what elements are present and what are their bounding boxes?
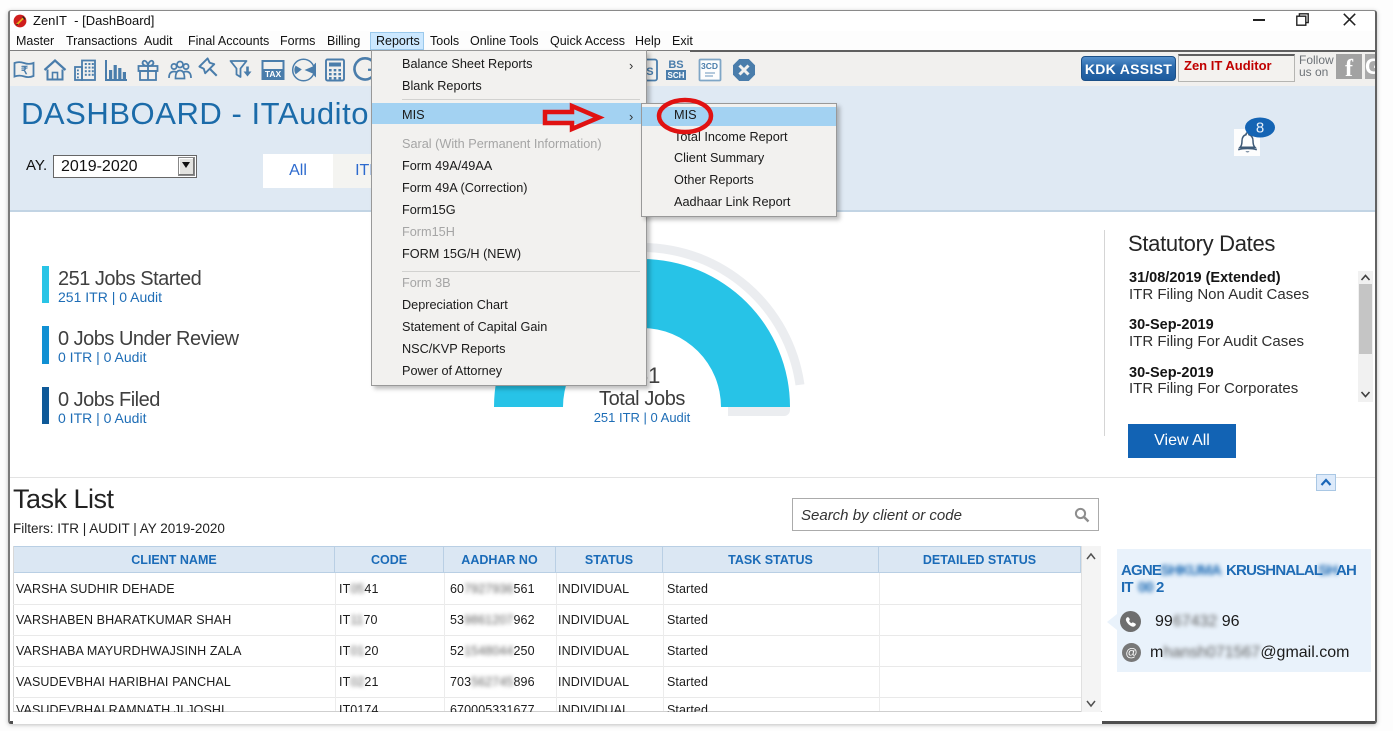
svg-text:SCH: SCH <box>668 71 685 80</box>
svg-text:BS: BS <box>668 59 683 71</box>
svg-text:3CD: 3CD <box>701 61 718 71</box>
svg-text:8: 8 <box>1256 120 1264 137</box>
svg-text:TAX: TAX <box>265 69 282 79</box>
svg-text:@: @ <box>1125 646 1137 660</box>
svg-text:₹: ₹ <box>21 65 28 77</box>
